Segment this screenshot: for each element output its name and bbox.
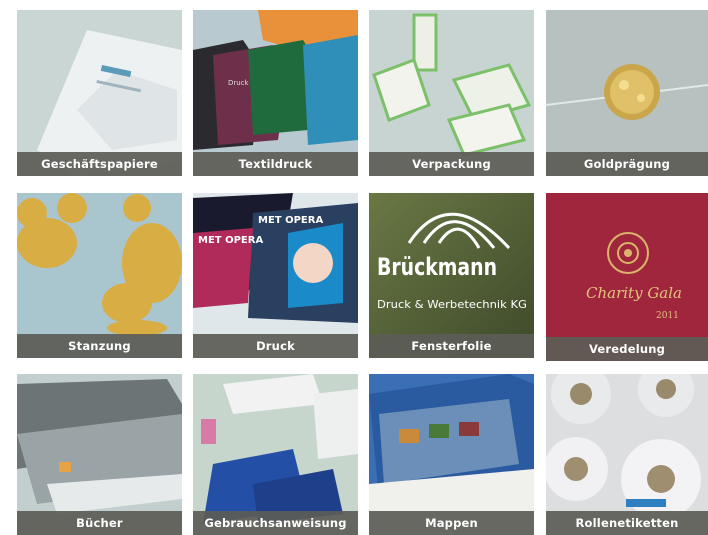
tile-label: Textildruck [193,152,358,176]
tile-fensterfolie[interactable]: Brückmann Druck & Werbetechnik KG Fenste… [369,193,534,358]
tile-label: Geschäftspapiere [17,152,182,176]
svg-text:Druck: Druck [228,79,250,87]
tile-label: Gebrauchsanweisung [193,511,358,535]
veredelung-image: Charity Gala 2011 [546,193,708,361]
tile-gebrauchsanweisung[interactable]: Gebrauchsanweisung [193,374,358,535]
tile-textildruck[interactable]: Druck Textildruck [193,10,358,176]
brand-name: Brückmann [377,253,497,281]
poster-title: MET OPERA [258,215,323,226]
tile-stanzung[interactable]: Stanzung [17,193,182,358]
tile-rollenetiketten[interactable]: Rollenetiketten [546,374,708,535]
tile-mappen[interactable]: Mappen [369,374,534,535]
tile-label: Goldprägung [546,152,708,176]
tile-label: Verpackung [369,152,534,176]
tile-verpackung[interactable]: Verpackung [369,10,534,176]
tile-goldpraegung[interactable]: Goldprägung [546,10,708,176]
tile-label: Veredelung [546,337,708,361]
brand-subtitle: Druck & Werbetechnik KG [377,298,527,311]
poster-title-2: MET OPERA [198,235,263,246]
gala-year: 2011 [656,311,679,321]
tile-buecher[interactable]: Bücher [17,374,182,535]
tile-label: Rollenetiketten [546,511,708,535]
tile-label: Bücher [17,511,182,535]
tile-geschaeftspapiere[interactable]: Geschäftspapiere [17,10,182,176]
tile-label: Mappen [369,511,534,535]
tile-label: Fensterfolie [369,334,534,358]
tile-label: Stanzung [17,334,182,358]
gala-script: Charity Gala [586,284,682,302]
tile-label: Druck [193,334,358,358]
tile-veredelung[interactable]: Charity Gala 2011 Veredelung [546,193,708,361]
tile-druck[interactable]: MET OPERA MET OPERA Druck [193,193,358,358]
